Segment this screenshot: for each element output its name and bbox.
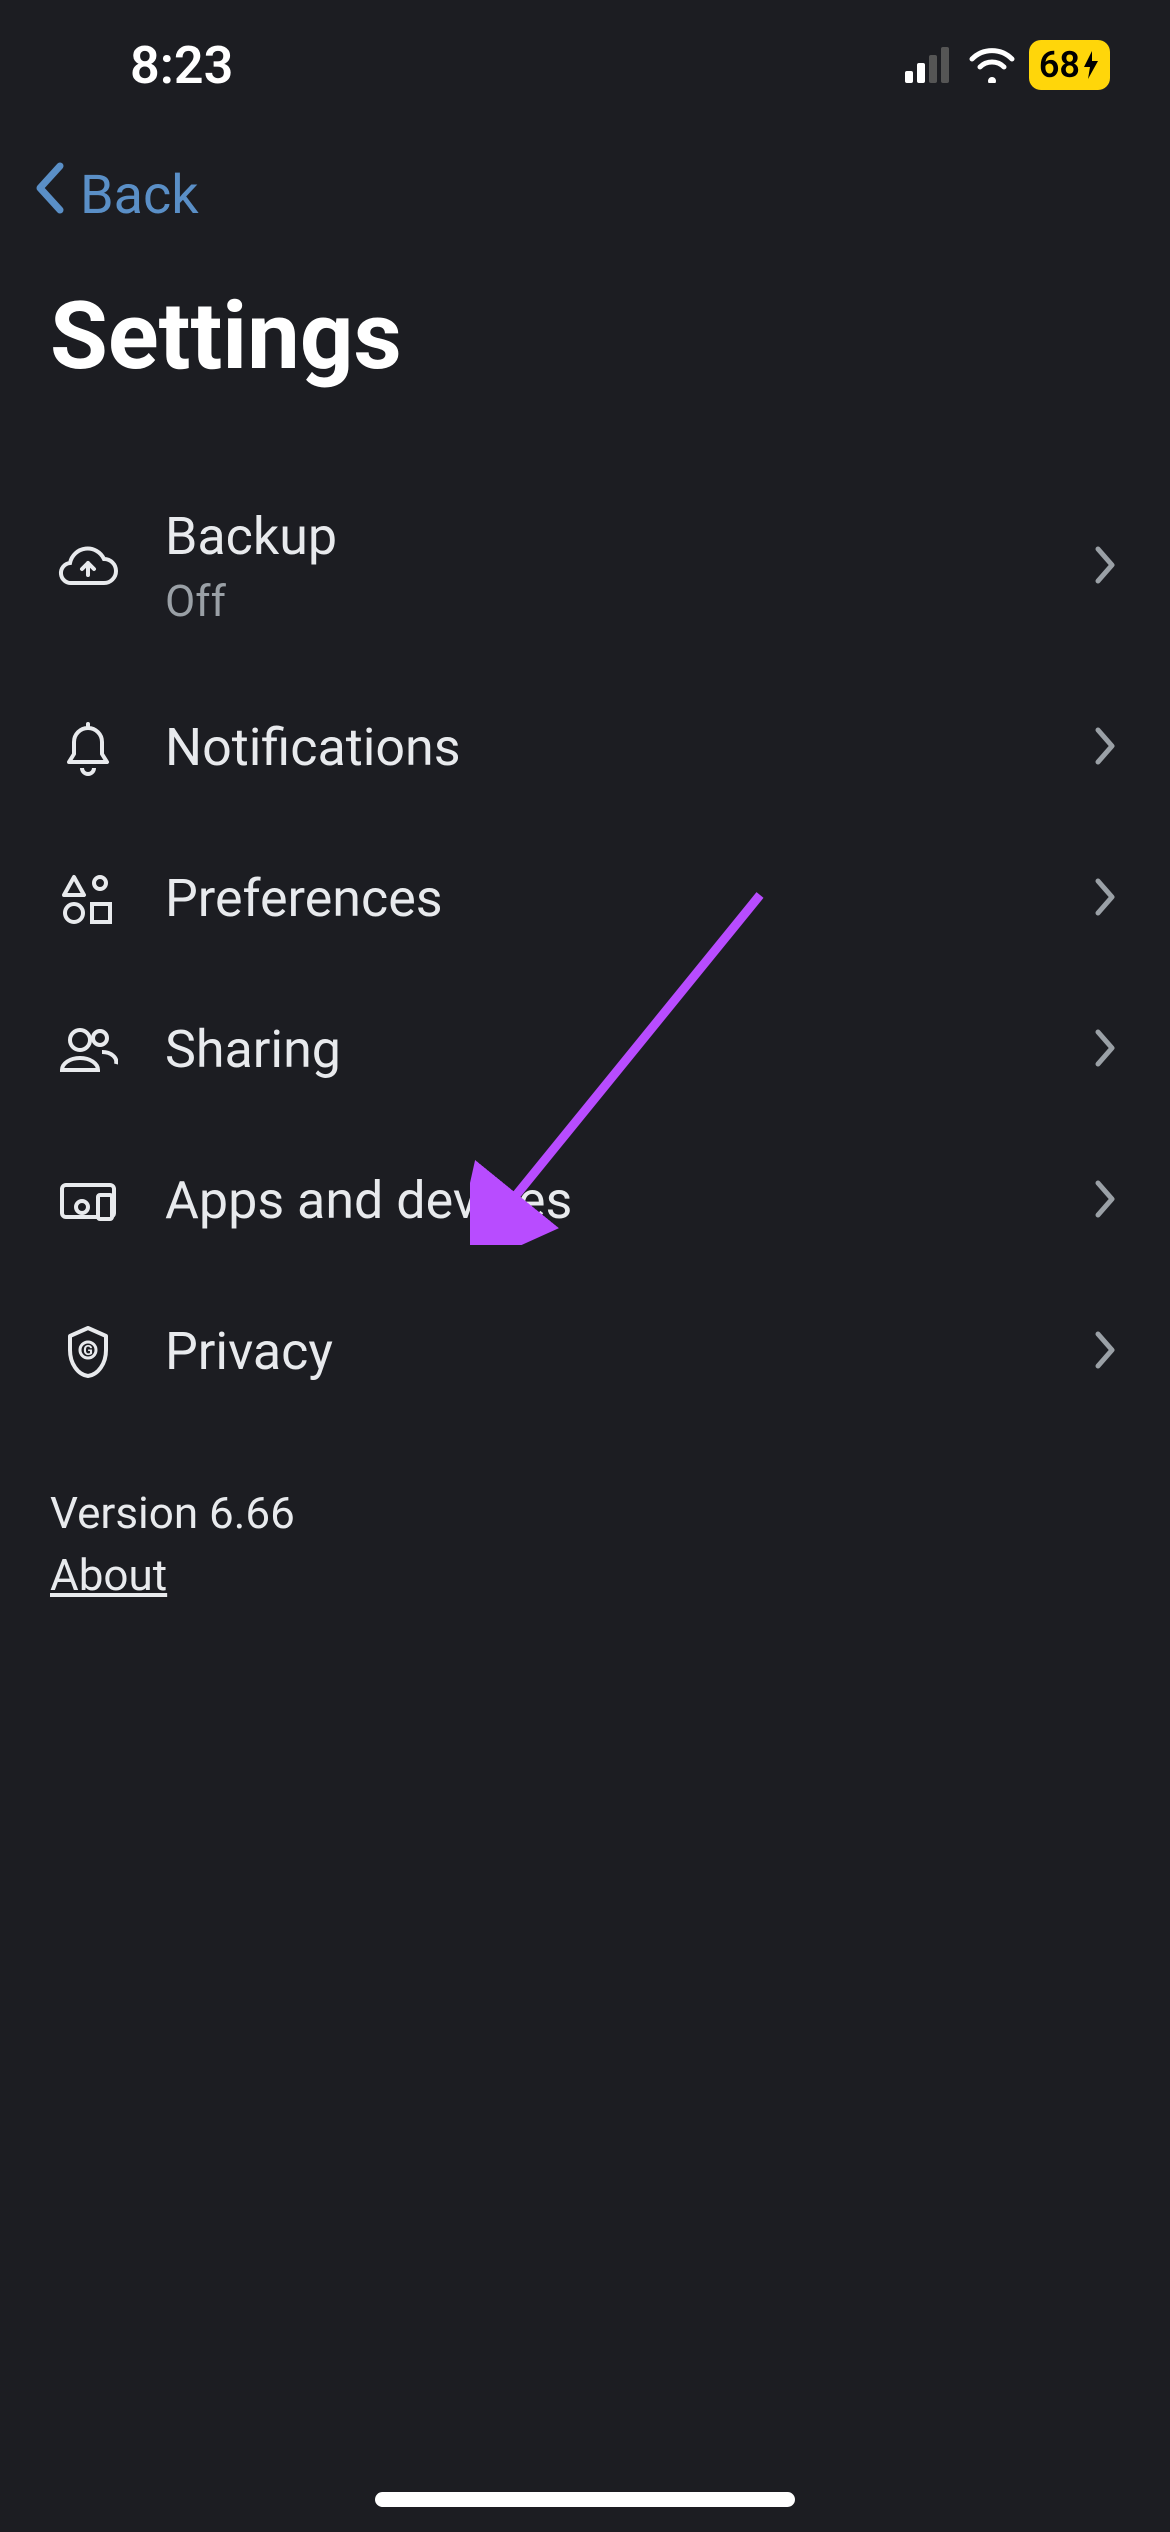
cloud-upload-icon xyxy=(50,545,125,589)
shield-icon: G xyxy=(50,1324,125,1380)
settings-item-preferences[interactable]: Preferences xyxy=(50,823,1120,974)
item-content: Backup Off xyxy=(125,506,1090,627)
bell-icon xyxy=(50,720,125,776)
item-content: Notifications xyxy=(125,717,1090,778)
back-button[interactable]: Back xyxy=(0,100,1170,251)
item-content: Privacy xyxy=(125,1321,1090,1382)
item-label: Backup xyxy=(165,506,1090,567)
settings-list: Backup Off Notifications xyxy=(0,461,1170,1427)
settings-item-apps-devices[interactable]: Apps and devices xyxy=(50,1125,1120,1276)
shapes-icon xyxy=(50,873,125,925)
people-icon xyxy=(50,1026,125,1074)
version-text: Version 6.66 xyxy=(50,1487,1120,1539)
chevron-right-icon xyxy=(1090,1024,1120,1076)
item-content: Sharing xyxy=(125,1019,1090,1080)
settings-item-notifications[interactable]: Notifications xyxy=(50,672,1120,823)
svg-text:G: G xyxy=(83,1343,93,1359)
status-icons: 68 xyxy=(905,40,1110,90)
status-bar: 8:23 68 xyxy=(0,0,1170,100)
battery-percent: 68 xyxy=(1039,44,1080,86)
item-content: Apps and devices xyxy=(125,1170,1090,1231)
item-label: Sharing xyxy=(165,1019,1090,1080)
footer: Version 6.66 About xyxy=(0,1427,1170,1661)
home-indicator xyxy=(375,2492,795,2507)
settings-item-backup[interactable]: Backup Off xyxy=(50,461,1120,672)
battery-badge: 68 xyxy=(1029,40,1110,90)
item-label: Privacy xyxy=(165,1321,1090,1382)
chevron-right-icon xyxy=(1090,722,1120,774)
chevron-right-icon xyxy=(1090,1326,1120,1378)
item-label: Notifications xyxy=(165,717,1090,778)
chevron-left-icon xyxy=(30,160,70,231)
item-label: Apps and devices xyxy=(165,1170,1090,1231)
page-title: Settings xyxy=(0,251,1170,461)
item-label: Preferences xyxy=(165,868,1090,929)
status-time: 8:23 xyxy=(130,35,233,96)
chevron-right-icon xyxy=(1090,873,1120,925)
devices-icon xyxy=(50,1179,125,1223)
settings-item-privacy[interactable]: G Privacy xyxy=(50,1276,1120,1427)
settings-item-sharing[interactable]: Sharing xyxy=(50,974,1120,1125)
back-label: Back xyxy=(80,164,199,227)
chevron-right-icon xyxy=(1090,1175,1120,1227)
about-link[interactable]: About xyxy=(50,1549,167,1601)
cellular-signal-icon xyxy=(905,47,955,83)
item-sublabel: Off xyxy=(165,575,1090,627)
chevron-right-icon xyxy=(1090,541,1120,593)
wifi-icon xyxy=(967,47,1017,83)
item-content: Preferences xyxy=(125,868,1090,929)
